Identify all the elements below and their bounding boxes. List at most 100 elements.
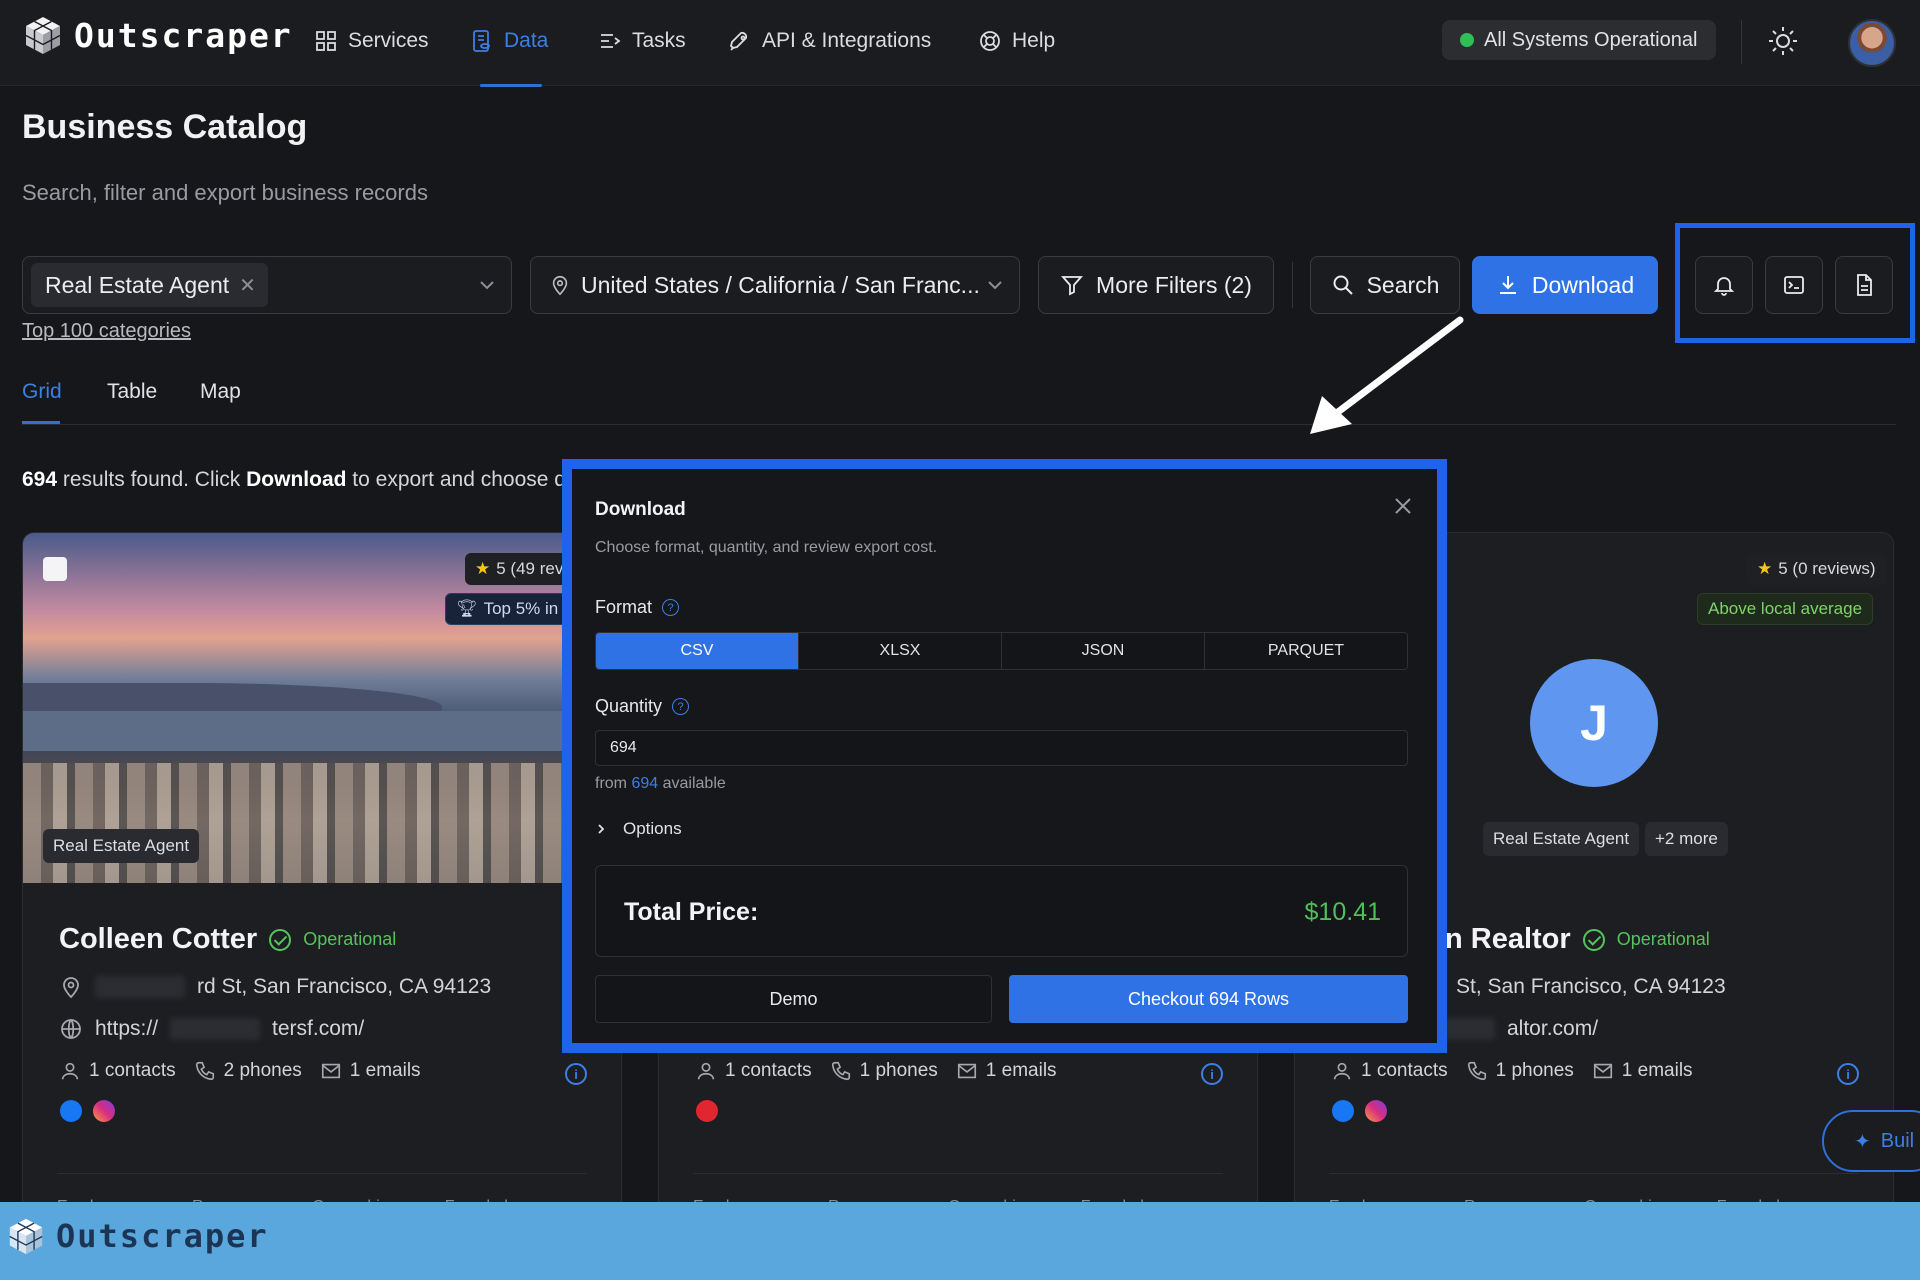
options-toggle[interactable]: Options — [595, 819, 682, 839]
watermark-band: Outscraper — [0, 1202, 1920, 1280]
search-button[interactable]: Search — [1310, 256, 1460, 314]
search-icon — [1333, 275, 1353, 295]
website-prefix: https:// — [95, 1017, 159, 1040]
results-count: 694 — [22, 468, 58, 491]
system-status-text: All Systems Operational — [1484, 28, 1698, 51]
cube-logo-icon — [25, 17, 61, 54]
category-select[interactable]: Real Estate Agent ✕ — [22, 256, 512, 314]
facebook-icon[interactable] — [60, 1100, 82, 1122]
info-icon[interactable]: i — [1837, 1063, 1859, 1085]
instagram-icon[interactable] — [93, 1100, 115, 1122]
user-avatar[interactable] — [1848, 19, 1896, 67]
emails-count: 1 emails — [985, 1060, 1057, 1081]
yelp-icon[interactable] — [696, 1100, 718, 1122]
tab-table[interactable]: Table — [107, 380, 157, 404]
card-divider — [57, 1173, 587, 1174]
hint-available-count: 694 — [631, 775, 659, 792]
contact-stats: 1 contacts 1 phones 1 emails — [1331, 1060, 1693, 1082]
website-suffix: altor.com/ — [1507, 1017, 1599, 1040]
results-summary: 694 results found. Click Download to exp… — [22, 468, 562, 492]
contact-stats: 1 contacts 2 phones 1 emails — [59, 1060, 421, 1082]
brand-name: Outscraper — [74, 15, 293, 55]
help-icon[interactable]: ? — [672, 698, 690, 715]
tab-grid[interactable]: Grid — [22, 380, 62, 404]
page-subtitle: Search, filter and export business recor… — [22, 180, 428, 205]
remove-chip-icon[interactable]: ✕ — [239, 273, 256, 298]
hint-from: from — [595, 775, 627, 792]
rating-badge: ★ 5 (49 revi — [465, 553, 578, 585]
sparkle-icon: ✦ — [1854, 1130, 1871, 1153]
results-text-a: results found. Click — [57, 468, 247, 491]
business-letter-avatar: J — [1530, 659, 1658, 787]
map-pin-icon — [63, 977, 79, 999]
total-price-panel: Total Price: $10.41 — [595, 865, 1408, 957]
nav-api-label: API & Integrations — [762, 29, 932, 52]
lifebuoy-icon — [980, 31, 1000, 51]
database-icon — [473, 30, 490, 52]
download-modal: Download Choose format, quantity, and re… — [572, 469, 1437, 1043]
format-option-xlsx[interactable]: XLSX — [799, 633, 1002, 669]
more-filters-label: More Filters (2) — [1096, 271, 1252, 298]
system-status-badge[interactable]: All Systems Operational — [1442, 20, 1716, 60]
close-icon[interactable] — [1390, 493, 1416, 519]
search-label: Search — [1366, 271, 1440, 298]
top-categories-link[interactable]: Top 100 categories — [22, 320, 191, 343]
tasks-icon — [601, 34, 621, 48]
help-icon[interactable]: ? — [662, 599, 680, 616]
website-line[interactable]: https:// tersf.com/ — [59, 1017, 364, 1041]
status-dot-icon — [1460, 33, 1474, 47]
total-price-label: Total Price: — [624, 898, 759, 926]
mail-icon — [321, 1063, 340, 1079]
cube-logo-icon — [9, 1218, 43, 1255]
nav-services-label: Services — [348, 29, 429, 52]
instagram-icon[interactable] — [1365, 1100, 1387, 1122]
business-name-text: Colleen Cotter — [59, 923, 258, 955]
toolbar-highlight-frame — [1675, 223, 1915, 343]
watermark-logo: Outscraper — [6, 1216, 269, 1256]
redacted-text — [170, 1018, 261, 1040]
category-chip[interactable]: Real Estate Agent ✕ — [31, 263, 268, 307]
business-name-text: n Realtor — [1445, 923, 1571, 955]
modal-title: Download — [595, 499, 686, 520]
chevron-right-icon — [598, 824, 605, 834]
nav-tasks[interactable]: Tasks — [598, 24, 686, 58]
format-option-parquet[interactable]: PARQUET — [1205, 633, 1407, 669]
checkout-button[interactable]: Checkout 694 Rows — [1009, 975, 1408, 1023]
emails-count: 1 emails — [1621, 1060, 1693, 1081]
nav-help[interactable]: Help — [978, 24, 1055, 58]
nav-api-integrations[interactable]: API & Integrations — [728, 24, 931, 58]
more-filters-button[interactable]: More Filters (2) — [1038, 256, 1274, 314]
contacts-count: 1 contacts — [1361, 1060, 1448, 1081]
nav-services[interactable]: Services — [314, 24, 429, 58]
demo-button[interactable]: Demo — [595, 975, 992, 1023]
format-option-json[interactable]: JSON — [1002, 633, 1205, 669]
theme-toggle-sun-icon[interactable] — [1766, 24, 1800, 58]
info-icon[interactable]: i — [1201, 1063, 1223, 1085]
business-name[interactable]: n Realtor Operational — [1445, 923, 1710, 956]
globe-icon — [61, 1019, 81, 1039]
format-option-csv[interactable]: CSV — [596, 633, 799, 669]
business-name[interactable]: Colleen Cotter Operational — [59, 923, 396, 956]
download-button[interactable]: Download — [1472, 256, 1658, 314]
nav-data[interactable]: Data — [470, 24, 548, 58]
trophy-icon: 🏆︎ — [456, 599, 478, 618]
select-checkbox[interactable] — [43, 557, 67, 581]
facebook-icon[interactable] — [1332, 1100, 1354, 1122]
format-selector: CSV XLSX JSON PARQUET — [595, 632, 1408, 670]
total-price-value: $10.41 — [1304, 898, 1381, 926]
rating-badge: ★ 5 (0 reviews) — [1747, 553, 1886, 585]
chevron-down-icon — [988, 281, 1002, 290]
quantity-input[interactable] — [595, 730, 1408, 766]
build-assistant-button[interactable]: ✦ Buil — [1822, 1110, 1920, 1172]
more-tags-badge[interactable]: +2 more — [1645, 822, 1728, 856]
grid-icon — [316, 31, 336, 51]
brand-logo[interactable]: Outscraper — [22, 14, 293, 56]
tab-map[interactable]: Map — [200, 380, 241, 404]
business-card[interactable]: ★ 5 (49 revi 🏆︎ Top 5% in Real Estate Ag… — [22, 532, 622, 1232]
build-button-label: Buil — [1880, 1129, 1915, 1152]
info-icon[interactable]: i — [565, 1063, 587, 1085]
location-select[interactable]: United States / California / San Franc..… — [530, 256, 1020, 314]
download-label: Download — [1531, 271, 1635, 298]
emails-count: 1 emails — [349, 1060, 421, 1081]
rank-text: Top 5% in — [483, 599, 559, 618]
